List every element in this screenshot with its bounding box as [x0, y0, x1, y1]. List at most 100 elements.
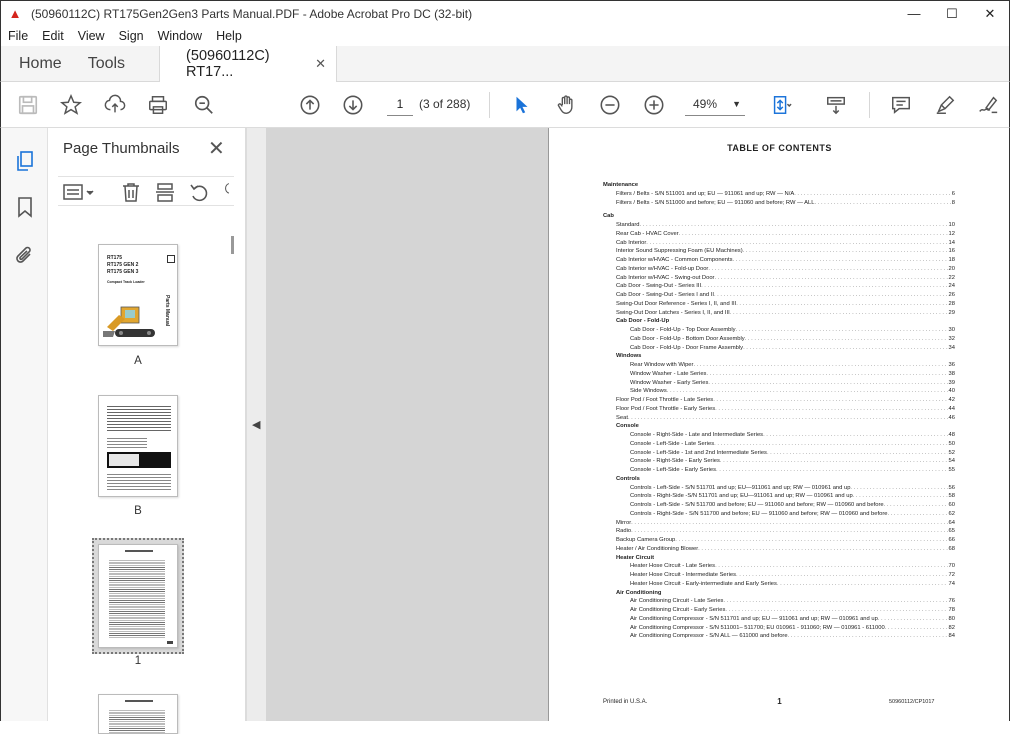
- thumbnail-page-a[interactable]: RT175 RT175 GEN 2 RT175 GEN 3 Compact Tr…: [98, 244, 178, 346]
- hand-icon[interactable]: [553, 92, 579, 118]
- toc-entry[interactable]: Controls: [603, 475, 955, 484]
- toc-entry[interactable]: Cab Door - Fold-Up - Bottom Door Assembl…: [603, 335, 955, 344]
- tab-home[interactable]: Home: [1, 46, 72, 81]
- upload-icon[interactable]: [102, 92, 128, 118]
- toc-entry[interactable]: Air Conditioning Compressor - S/N 511001…: [603, 624, 955, 633]
- toc-entry[interactable]: Interior Sound Suppressing Foam (EU Mach…: [603, 247, 955, 256]
- thumbnail-page-1[interactable]: [98, 544, 178, 648]
- toc-entry[interactable]: Backup Camera Group 66: [603, 536, 955, 545]
- toc-entry[interactable]: Radio 65: [603, 527, 955, 536]
- bookmark-star-icon[interactable]: [58, 92, 84, 118]
- page-thumbnails-icon[interactable]: [14, 150, 36, 172]
- extract-pages-icon[interactable]: [154, 181, 176, 203]
- toc-entry[interactable]: Cab Door - Swing-Out - Series III 24: [603, 282, 955, 291]
- toc-entry[interactable]: Heater Hose Circuit - Late Series 70: [603, 562, 955, 571]
- toc-entry[interactable]: Standard 10: [603, 221, 955, 230]
- maximize-button[interactable]: ☐: [933, 1, 971, 27]
- panel-collapse-strip[interactable]: ◀: [246, 128, 266, 721]
- toc-entry[interactable]: Filters / Belts - S/N 511000 and before;…: [603, 199, 955, 208]
- toc-entry[interactable]: Console - Right-Side - Late and Intermed…: [603, 431, 955, 440]
- toc-entry[interactable]: Cab Interior w/HVAC - Swing-out Door 22: [603, 274, 955, 283]
- toc-entry[interactable]: Heater / Air Conditioning Blower 68: [603, 545, 955, 554]
- zoom-in-icon[interactable]: [641, 92, 667, 118]
- sign-icon[interactable]: [975, 92, 1001, 118]
- toc-entry[interactable]: Air Conditioning Compressor - S/N ALL — …: [603, 632, 955, 641]
- page-number-input[interactable]: 1: [387, 92, 413, 116]
- save-icon[interactable]: [15, 92, 41, 118]
- page-down-icon[interactable]: [340, 92, 366, 118]
- bookmarks-icon[interactable]: [14, 196, 36, 218]
- comment-icon[interactable]: [888, 92, 914, 118]
- toc-entry[interactable]: Cab Interior 14: [603, 239, 955, 248]
- scroll-mode-icon[interactable]: [823, 92, 849, 118]
- menu-file[interactable]: File: [1, 29, 35, 43]
- zoom-search-icon[interactable]: [191, 92, 217, 118]
- close-window-button[interactable]: ✕: [971, 1, 1009, 27]
- zoom-out-icon[interactable]: [597, 92, 623, 118]
- zoom-level-select[interactable]: 49% ▼: [685, 92, 745, 116]
- toc-entry[interactable]: Air Conditioning Compressor - S/N 511701…: [603, 615, 955, 624]
- toc-entry[interactable]: Cab Door - Fold-Up - Top Door Assembly 30: [603, 326, 955, 335]
- toc-entry[interactable]: Seat 46: [603, 414, 955, 423]
- menu-help[interactable]: Help: [209, 29, 249, 43]
- document-viewer[interactable]: TABLE OF CONTENTS Maintenance Filters / B…: [266, 128, 1010, 721]
- thumbnail-page-2[interactable]: [98, 694, 178, 734]
- minimize-button[interactable]: —: [895, 1, 933, 27]
- attachments-icon[interactable]: [14, 244, 36, 266]
- toc-entry[interactable]: Rear Cab - HVAC Cover 12: [603, 230, 955, 239]
- toc-entry[interactable]: Rear Window with Wiper 36: [603, 361, 955, 370]
- toc-entry[interactable]: Window Washer - Late Series 38: [603, 370, 955, 379]
- toc-entry[interactable]: Console - Left-Side - 1st and 2nd Interm…: [603, 449, 955, 458]
- tab-close-icon[interactable]: ✕: [315, 56, 326, 72]
- toc-entry[interactable]: Console - Left-Side - Late Series 50: [603, 440, 955, 449]
- tab-tools[interactable]: Tools: [72, 46, 159, 81]
- toc-entry[interactable]: Swing-Out Door Reference - Series I, II,…: [603, 300, 955, 309]
- page-up-icon[interactable]: [297, 92, 323, 118]
- close-icon[interactable]: ✕: [208, 136, 225, 161]
- toc-entry[interactable]: Controls - Right-Side -S/N 511701 and up…: [603, 492, 955, 501]
- toc-entry[interactable]: Air Conditioning Circuit - Early Series 7…: [603, 606, 955, 615]
- toc-entry[interactable]: Cab Door - Fold-Up: [603, 317, 955, 326]
- toc-entry[interactable]: Mirror 64: [603, 519, 955, 528]
- toc-entry[interactable]: Side Windows 40: [603, 387, 955, 396]
- select-cursor-icon[interactable]: [509, 92, 535, 118]
- menu-edit[interactable]: Edit: [35, 29, 71, 43]
- delete-icon[interactable]: [120, 181, 142, 203]
- rotate-right-icon[interactable]: [220, 181, 234, 203]
- toc-entry[interactable]: Maintenance: [603, 181, 955, 190]
- toc-entry[interactable]: Console - Right-Side - Early Series 54: [603, 457, 955, 466]
- toc-entry[interactable]: Floor Pod / Foot Throttle - Early Series…: [603, 405, 955, 414]
- toc-entry[interactable]: Cab: [603, 212, 955, 221]
- toc-entry[interactable]: Filters / Belts - S/N 511001 and up; EU …: [603, 190, 955, 199]
- options-menu-icon[interactable]: [62, 181, 96, 203]
- toc-entry[interactable]: Heater Hose Circuit - Intermediate Serie…: [603, 571, 955, 580]
- toc-entry[interactable]: Window Washer - Early Series 39: [603, 379, 955, 388]
- panel-scrollbar[interactable]: [231, 236, 234, 254]
- toc-entry[interactable]: Console: [603, 422, 955, 431]
- toc-entry[interactable]: Cab Door - Swing-Out - Series I and II 26: [603, 291, 955, 300]
- toc-entry[interactable]: Controls - Right-Side - S/N 511700 and b…: [603, 510, 955, 519]
- toc-entry[interactable]: Cab Door - Fold-Up - Door Frame Assembly…: [603, 344, 955, 353]
- toc-entry[interactable]: Cab Interior w/HVAC - Common Components 1…: [603, 256, 955, 265]
- tab-document[interactable]: (50960112C) RT17... ✕: [159, 46, 338, 82]
- chevron-left-icon[interactable]: ◀: [252, 418, 260, 431]
- toc-entry[interactable]: Heater Hose Circuit - Early-intermediate…: [603, 580, 955, 589]
- toc-entry[interactable]: Controls - Left-Side - S/N 511700 and be…: [603, 501, 955, 510]
- menu-view[interactable]: View: [71, 29, 112, 43]
- thumbnail-page-b[interactable]: [98, 395, 178, 497]
- menu-sign[interactable]: Sign: [112, 29, 151, 43]
- toc-entry[interactable]: Windows: [603, 352, 955, 361]
- toc-entry[interactable]: Floor Pod / Foot Throttle - Late Series 4…: [603, 396, 955, 405]
- toc-entry[interactable]: Air Conditioning: [603, 589, 955, 598]
- toc-entry[interactable]: Heater Circuit: [603, 554, 955, 563]
- toc-entry[interactable]: Controls - Left-Side - S/N 511701 and up…: [603, 484, 955, 493]
- toc-entry[interactable]: Air Conditioning Circuit - Late Series 76: [603, 597, 955, 606]
- page-fit-icon[interactable]: [768, 92, 794, 118]
- toc-entry[interactable]: Swing-Out Door Latches - Series I, II, a…: [603, 309, 955, 318]
- menu-window[interactable]: Window: [151, 29, 209, 43]
- highlight-pen-icon[interactable]: [932, 92, 958, 118]
- toc-entry[interactable]: Cab Interior w/HVAC - Fold-up Door 20: [603, 265, 955, 274]
- toc-entry[interactable]: Console - Left-Side - Early Series 55: [603, 466, 955, 475]
- print-icon[interactable]: [145, 92, 171, 118]
- rotate-left-icon[interactable]: [188, 181, 210, 203]
